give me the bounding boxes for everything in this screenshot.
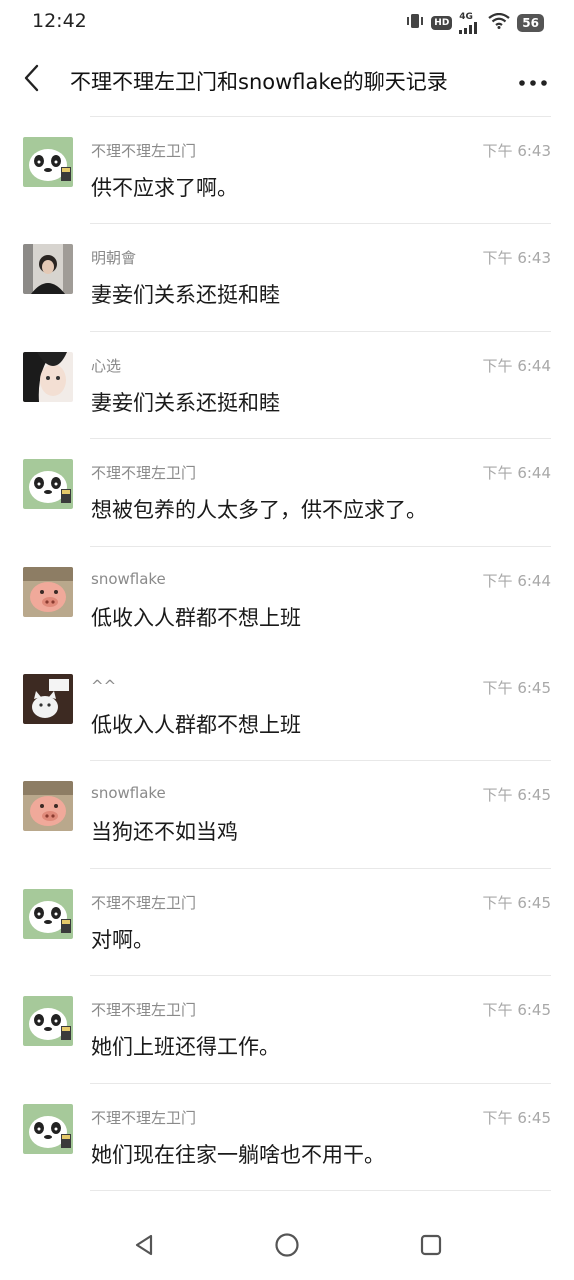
sender-name: 明朝會 [91,249,137,268]
more-button[interactable] [516,62,550,98]
system-recents-button[interactable] [416,1232,446,1262]
chat-history-header: 不理不理左卫门和snowflake的聊天记录 [0,52,574,110]
message-text: 低收入人群都不想上班 [91,605,301,630]
sender-name: 不理不理左卫门 [91,464,197,483]
divider [90,1189,551,1191]
message-text: 想被包养的人太多了，供不应求了。 [91,498,427,523]
message-item[interactable]: ^^ 下午 6:45 低收入人群都不想上班 [0,653,574,760]
divider [90,330,551,332]
sender-name: 不理不理左卫门 [91,1001,197,1020]
status-bar: 12:42 HD 4G 56 [0,0,574,44]
message-item[interactable]: 不理不理左卫门 下午 6:45 对啊。 [0,867,574,975]
message-time: 下午 6:43 [482,249,551,268]
chevron-left-icon [23,64,39,96]
message-item[interactable]: 不理不理左卫门 下午 6:44 想被包养的人太多了，供不应求了。 [0,438,574,545]
vibrate-icon [406,13,424,33]
message-text: 供不应求了啊。 [91,176,238,200]
avatar-pig[interactable] [23,781,73,832]
back-button[interactable] [14,60,48,100]
avatar-panda[interactable] [23,137,73,187]
message-time: 下午 6:45 [482,678,551,697]
message-text: 妻妾们关系还挺和睦 [91,390,280,415]
message-item[interactable]: 明朝會 下午 6:43 妻妾们关系还挺和睦 [0,223,574,330]
avatar-panda[interactable] [23,888,73,939]
battery-indicator: 56 [517,14,544,32]
signal-icon: 4G [459,11,481,34]
message-item[interactable]: 不理不理左卫门 下午 6:45 她们上班还得工作。 [0,975,574,1082]
message-time: 下午 6:45 [482,786,551,805]
sender-name: 不理不理左卫门 [91,893,197,912]
sender-name: 不理不理左卫门 [91,1108,197,1127]
network-type: 4G [459,11,473,22]
avatar-panda[interactable] [23,459,73,510]
circle-home-icon [274,1232,300,1262]
message-time: 下午 6:44 [482,356,551,375]
message-time: 下午 6:44 [482,571,551,590]
message-text: 她们上班还得工作。 [91,1035,280,1060]
message-time: 下午 6:45 [482,1108,551,1127]
status-icons: HD 4G 56 [406,12,544,34]
message-item[interactable]: 心选 下午 6:44 妻妾们关系还挺和睦 [0,330,574,438]
message-time: 下午 6:43 [482,142,551,160]
sender-name: 不理不理左卫门 [91,142,197,160]
divider [90,760,551,762]
system-back-button[interactable] [129,1232,159,1262]
page-title: 不理不理左卫门和snowflake的聊天记录 [70,70,448,94]
square-recents-icon [419,1233,443,1261]
message-text: 妻妾们关系还挺和睦 [91,283,280,308]
message-item-partial [0,1189,574,1214]
divider [90,438,551,440]
avatar-girl[interactable] [23,351,73,402]
avatar-panda[interactable] [23,996,73,1047]
message-text: 对啊。 [91,927,154,952]
avatar-panda[interactable] [23,1103,73,1154]
message-time: 下午 6:44 [482,464,551,483]
divider [90,223,551,225]
divider [90,116,551,117]
sender-name: 心选 [91,356,122,375]
divider [90,867,551,869]
status-time: 12:42 [32,10,87,32]
avatar-cat[interactable] [23,673,73,724]
message-time: 下午 6:45 [482,893,551,912]
message-item[interactable]: snowflake 下午 6:44 低收入人群都不想上班 [0,545,574,653]
sender-name: ^^ [91,676,117,695]
triangle-back-icon [132,1233,156,1261]
avatar-person[interactable] [23,244,73,295]
wifi-icon [488,12,510,33]
divider [90,975,551,977]
avatar-pig[interactable] [23,566,73,617]
sender-name: snowflake [91,784,166,803]
divider [90,545,551,547]
message-list[interactable]: 不理不理左卫门 下午 6:43 供不应求了啊。 明朝會 下午 6:43 妻妾们关… [0,116,574,1214]
message-text: 她们现在往家一躺啥也不用干。 [91,1142,385,1167]
message-item[interactable]: snowflake 下午 6:45 当狗还不如当鸡 [0,760,574,867]
message-text: 低收入人群都不想上班 [91,712,301,737]
more-dots-icon [519,71,547,90]
message-item[interactable]: 不理不理左卫门 下午 6:45 她们现在往家一躺啥也不用干。 [0,1082,574,1190]
hd-badge: HD [431,16,453,30]
message-item[interactable]: 不理不理左卫门 下午 6:43 供不应求了啊。 [0,116,574,223]
message-text: 当狗还不如当鸡 [91,820,238,845]
system-home-button[interactable] [272,1232,302,1262]
system-navigation-bar [0,1214,574,1280]
divider [90,1082,551,1084]
sender-name: snowflake [91,569,166,588]
message-time: 下午 6:45 [482,1001,551,1020]
